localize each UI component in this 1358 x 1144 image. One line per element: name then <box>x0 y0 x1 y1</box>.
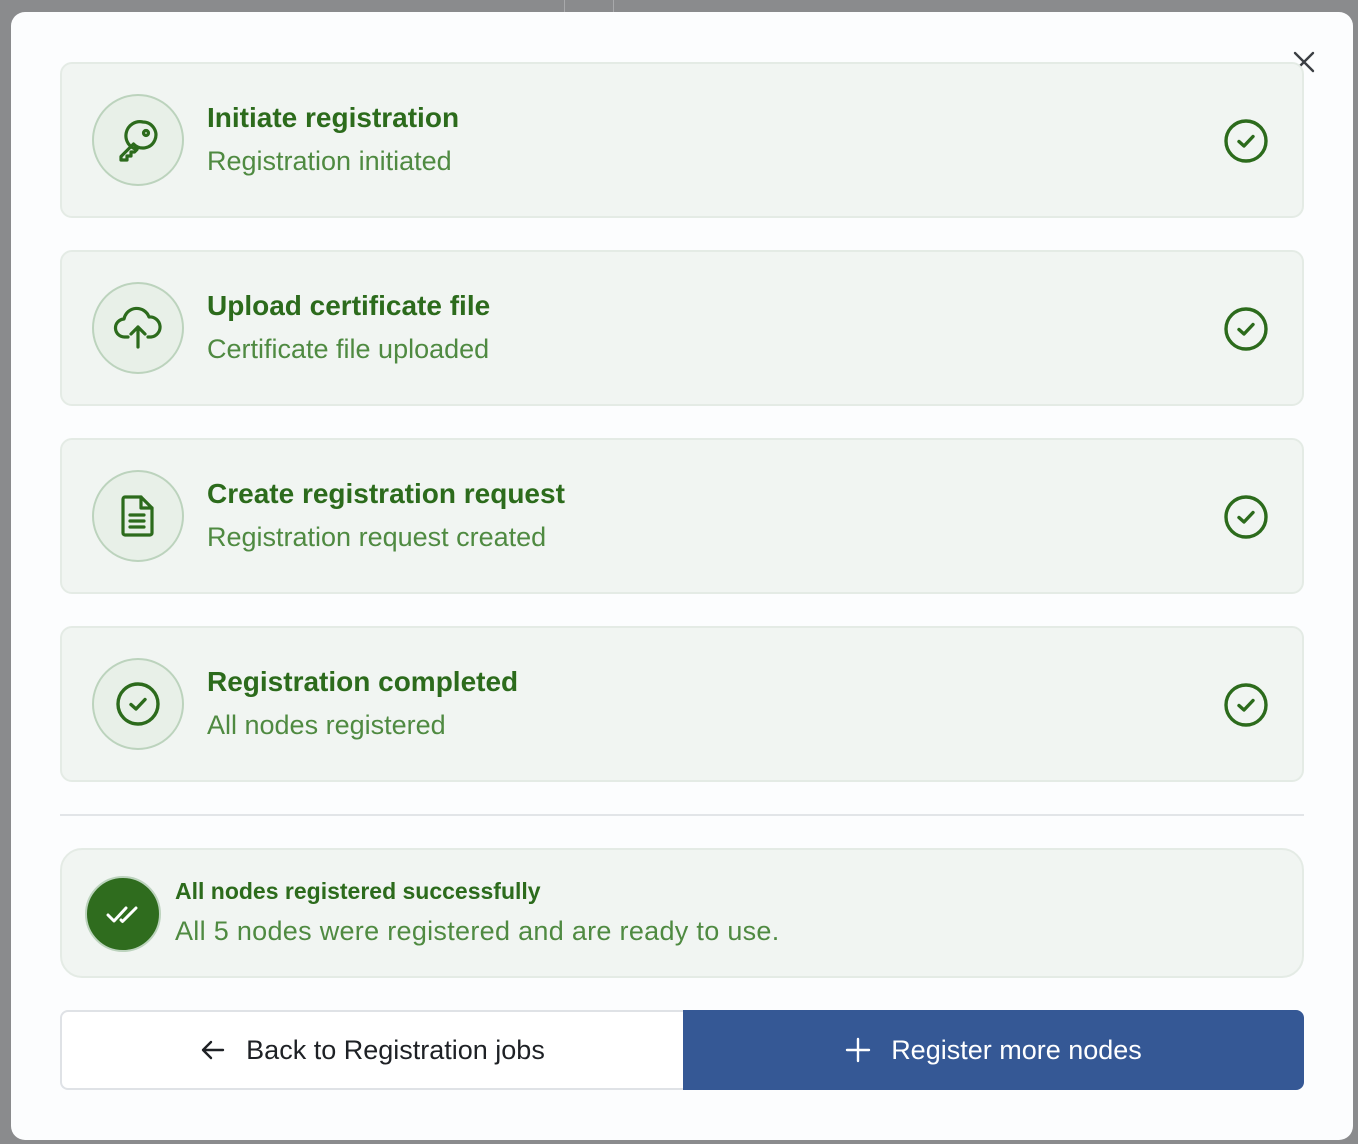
step-title: Upload certificate file <box>207 290 491 321</box>
back-to-registration-jobs-button[interactable]: Back to Registration jobs <box>60 1010 683 1090</box>
check-circle-icon <box>1224 119 1268 163</box>
success-summary: All nodes registered successfully All 5 … <box>60 848 1304 978</box>
step-title: Create registration request <box>207 478 565 509</box>
register-more-nodes-button[interactable]: Register more nodes <box>683 1010 1304 1090</box>
step-status: All nodes registered <box>207 710 446 740</box>
double-check-icon <box>106 906 138 923</box>
register-button-label: Register more nodes <box>891 1034 1142 1065</box>
divider <box>60 814 1304 816</box>
step-icon-badge <box>92 94 184 186</box>
background-divider <box>564 0 565 12</box>
step-icon-badge <box>92 282 184 374</box>
document-icon <box>121 495 154 537</box>
success-title: All nodes registered successfully <box>175 878 541 904</box>
success-message: All 5 nodes were registered and are read… <box>175 916 780 946</box>
step-status: Certificate file uploaded <box>207 334 490 364</box>
key-icon <box>119 120 158 162</box>
check-circle-icon <box>1224 683 1268 727</box>
step-icon-badge <box>92 658 184 750</box>
step-title: Registration completed <box>207 666 519 697</box>
step-card-registration-completed: Registration completed All nodes registe… <box>60 626 1304 782</box>
check-circle-icon <box>1224 307 1268 351</box>
check-circle-icon <box>116 682 160 726</box>
step-status: Registration request created <box>207 522 547 552</box>
registration-progress-dialog: Initiate registration Registration initi… <box>11 12 1353 1140</box>
back-button-label: Back to Registration jobs <box>246 1034 545 1065</box>
arrow-left-icon <box>200 1037 226 1063</box>
step-card-upload-certificate: Upload certificate file Certificate file… <box>60 250 1304 406</box>
success-icon-badge <box>85 876 161 952</box>
background-divider <box>613 0 614 12</box>
step-card-create-request: Create registration request Registration… <box>60 438 1304 594</box>
cloud-upload-icon <box>113 306 162 349</box>
step-icon-badge <box>92 470 184 562</box>
step-title: Initiate registration <box>207 102 460 133</box>
step-status: Registration initiated <box>207 146 452 176</box>
step-card-initiate-registration: Initiate registration Registration initi… <box>60 62 1304 218</box>
check-circle-icon <box>1224 495 1268 539</box>
plus-icon <box>845 1037 871 1063</box>
